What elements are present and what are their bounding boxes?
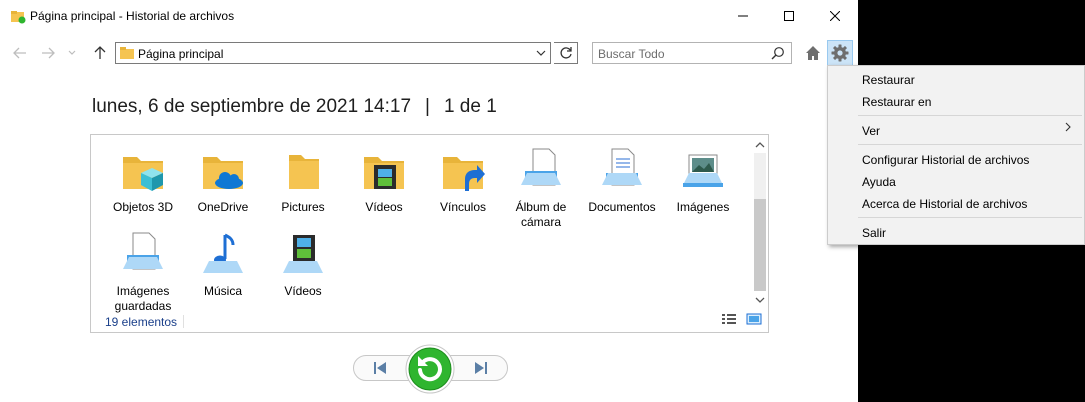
pictures-icon (683, 154, 723, 187)
item-label: Álbum de cámara (515, 200, 567, 229)
submenu-arrow-icon (1065, 122, 1071, 132)
address-text: Página principal (138, 47, 224, 61)
file-history-window: Página principal - Historial de archivos… (0, 0, 858, 402)
item-label: Vínculos (439, 200, 487, 214)
back-button[interactable] (12, 42, 28, 64)
settings-menu: Restaurar Restaurar en Ver Configurar Hi… (827, 65, 1085, 245)
arrow-up-icon (94, 46, 106, 59)
minimize-button[interactable] (720, 0, 766, 32)
menu-item-exit[interactable]: Salir (862, 226, 886, 240)
window-title: Página principal - Historial de archivos (30, 9, 235, 23)
item-label: Música (203, 284, 242, 298)
item-count: 19 elementos (105, 315, 178, 329)
videos-icon (283, 235, 323, 273)
list-item[interactable]: Vídeos (266, 231, 340, 299)
camera-roll-icon (521, 148, 561, 186)
title-bar: Página principal - Historial de archivos (0, 0, 858, 32)
menu-separator (858, 115, 1082, 116)
list-item[interactable]: Imágenes guardadas (106, 231, 180, 314)
item-label: Imágenes (676, 200, 730, 214)
backup-content-panel: Objetos 3D OneDrive Pictures Vídeos Vínc… (90, 134, 769, 333)
backup-datetime-header: lunes, 6 de septiembre de 2021 14:17 | 1 d… (92, 96, 497, 118)
forward-button[interactable] (40, 42, 56, 64)
menu-item-restore[interactable]: Restaurar (862, 73, 915, 87)
skip-next-icon (475, 362, 487, 374)
settings-button[interactable] (827, 40, 853, 66)
page-indicator: 1 de 1 (443, 96, 497, 117)
folder-icon (120, 47, 134, 59)
arrow-right-icon (42, 47, 55, 59)
details-view-icon[interactable] (721, 313, 737, 325)
refresh-button[interactable] (554, 42, 578, 64)
file-history-app-icon (11, 11, 26, 24)
music-icon (203, 233, 243, 273)
address-bar[interactable]: Página principal (115, 42, 551, 64)
arrow-left-icon (13, 47, 26, 59)
scrollbar-thumb[interactable] (754, 199, 766, 291)
view-toggle (721, 313, 762, 328)
list-item[interactable]: Documentos (585, 147, 659, 215)
item-label: Pictures (281, 200, 325, 214)
minimize-icon (738, 15, 748, 17)
vertical-scrollbar[interactable] (753, 137, 767, 307)
scroll-up-icon (755, 142, 765, 148)
maximize-button[interactable] (766, 0, 812, 32)
item-label: Vídeos (284, 284, 322, 298)
previous-version-button[interactable] (368, 359, 392, 377)
next-version-button[interactable] (469, 359, 493, 377)
search-box[interactable]: Buscar Todo (592, 42, 792, 64)
documents-icon (602, 148, 642, 186)
folder-3d-objects-icon (123, 157, 163, 191)
list-item[interactable]: Música (186, 231, 260, 299)
recent-locations-button[interactable] (66, 42, 78, 64)
item-label: Vídeos (365, 200, 403, 214)
chevron-down-icon (68, 50, 76, 55)
up-button[interactable] (92, 42, 108, 64)
menu-separator (858, 144, 1082, 145)
backup-date: lunes, 6 de septiembre de 2021 14:17 (92, 96, 412, 117)
menu-separator (858, 217, 1082, 218)
item-label: Imágenes guardadas (114, 284, 172, 313)
menu-item-about[interactable]: Acerca de Historial de archivos (862, 197, 1027, 211)
item-label: Objetos 3D (112, 200, 174, 214)
folder-icon (289, 155, 319, 189)
header-separator: | (425, 96, 430, 117)
refresh-icon (559, 47, 572, 59)
item-label: Documentos (588, 200, 656, 214)
list-item[interactable]: Vídeos (347, 147, 421, 215)
search-icon (771, 47, 784, 60)
search-placeholder: Buscar Todo (598, 47, 665, 61)
address-dropdown-button[interactable] (530, 42, 551, 64)
list-item[interactable]: Vínculos (426, 147, 500, 215)
item-label: OneDrive (197, 200, 249, 214)
list-item[interactable]: Objetos 3D (106, 147, 180, 215)
menu-item-configure[interactable]: Configurar Historial de archivos (862, 153, 1029, 167)
menu-item-restore-to[interactable]: Restaurar en (862, 95, 931, 109)
home-icon (806, 46, 820, 60)
chevron-down-icon (536, 50, 545, 56)
list-item[interactable]: Pictures (266, 147, 340, 215)
skip-previous-icon (374, 362, 386, 374)
close-button[interactable] (812, 0, 858, 32)
list-item[interactable]: Álbum de cámara (504, 147, 578, 230)
home-button[interactable] (803, 42, 823, 64)
menu-item-help[interactable]: Ayuda (862, 175, 896, 189)
saved-pictures-icon (123, 232, 163, 270)
folder-links-icon (443, 157, 485, 191)
scroll-down-icon (755, 297, 765, 303)
status-divider (183, 315, 184, 328)
folder-onedrive-icon (203, 157, 243, 189)
gear-icon (831, 44, 849, 62)
restore-button[interactable] (405, 344, 455, 394)
list-item[interactable]: Imágenes (666, 147, 740, 215)
menu-item-view[interactable]: Ver (862, 124, 880, 138)
maximize-icon (784, 11, 794, 21)
folder-videos-icon (364, 157, 404, 189)
close-icon (830, 11, 840, 21)
large-icons-view-icon[interactable] (746, 313, 762, 325)
list-item[interactable]: OneDrive (186, 147, 260, 215)
